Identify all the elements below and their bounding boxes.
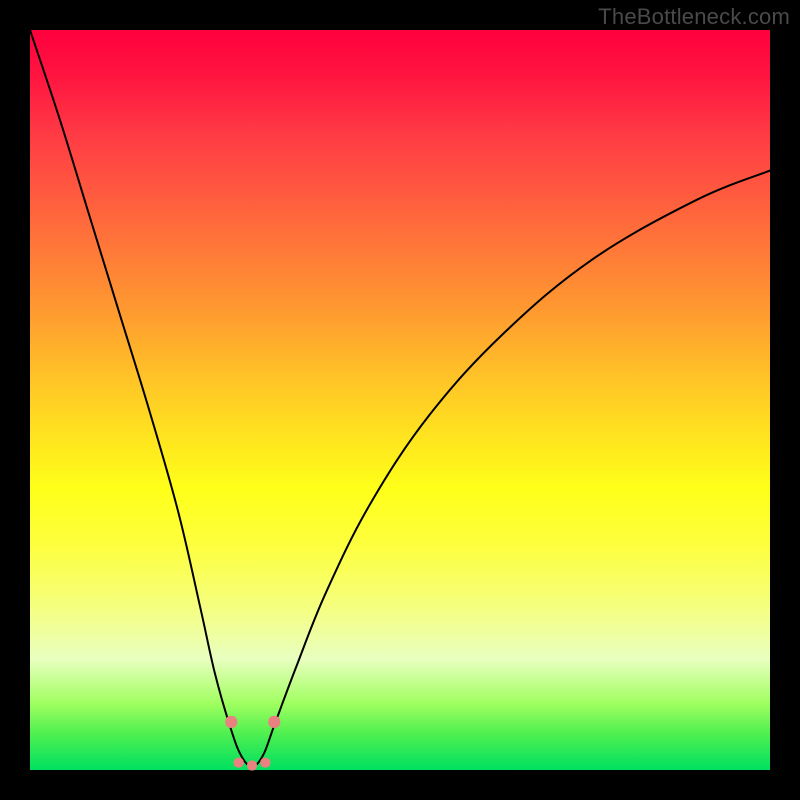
- trough-base-mid: [247, 761, 257, 771]
- plot-area: [30, 30, 770, 770]
- trough-base-right: [260, 758, 270, 768]
- curve-svg: [30, 30, 770, 770]
- trough-marker-right: [268, 716, 280, 728]
- trough-marker-left: [225, 716, 237, 728]
- trough-markers: [225, 716, 280, 771]
- attribution-label: TheBottleneck.com: [598, 4, 790, 30]
- trough-base-left: [234, 758, 244, 768]
- chart-frame: TheBottleneck.com: [0, 0, 800, 800]
- bottleneck-curve: [30, 30, 770, 766]
